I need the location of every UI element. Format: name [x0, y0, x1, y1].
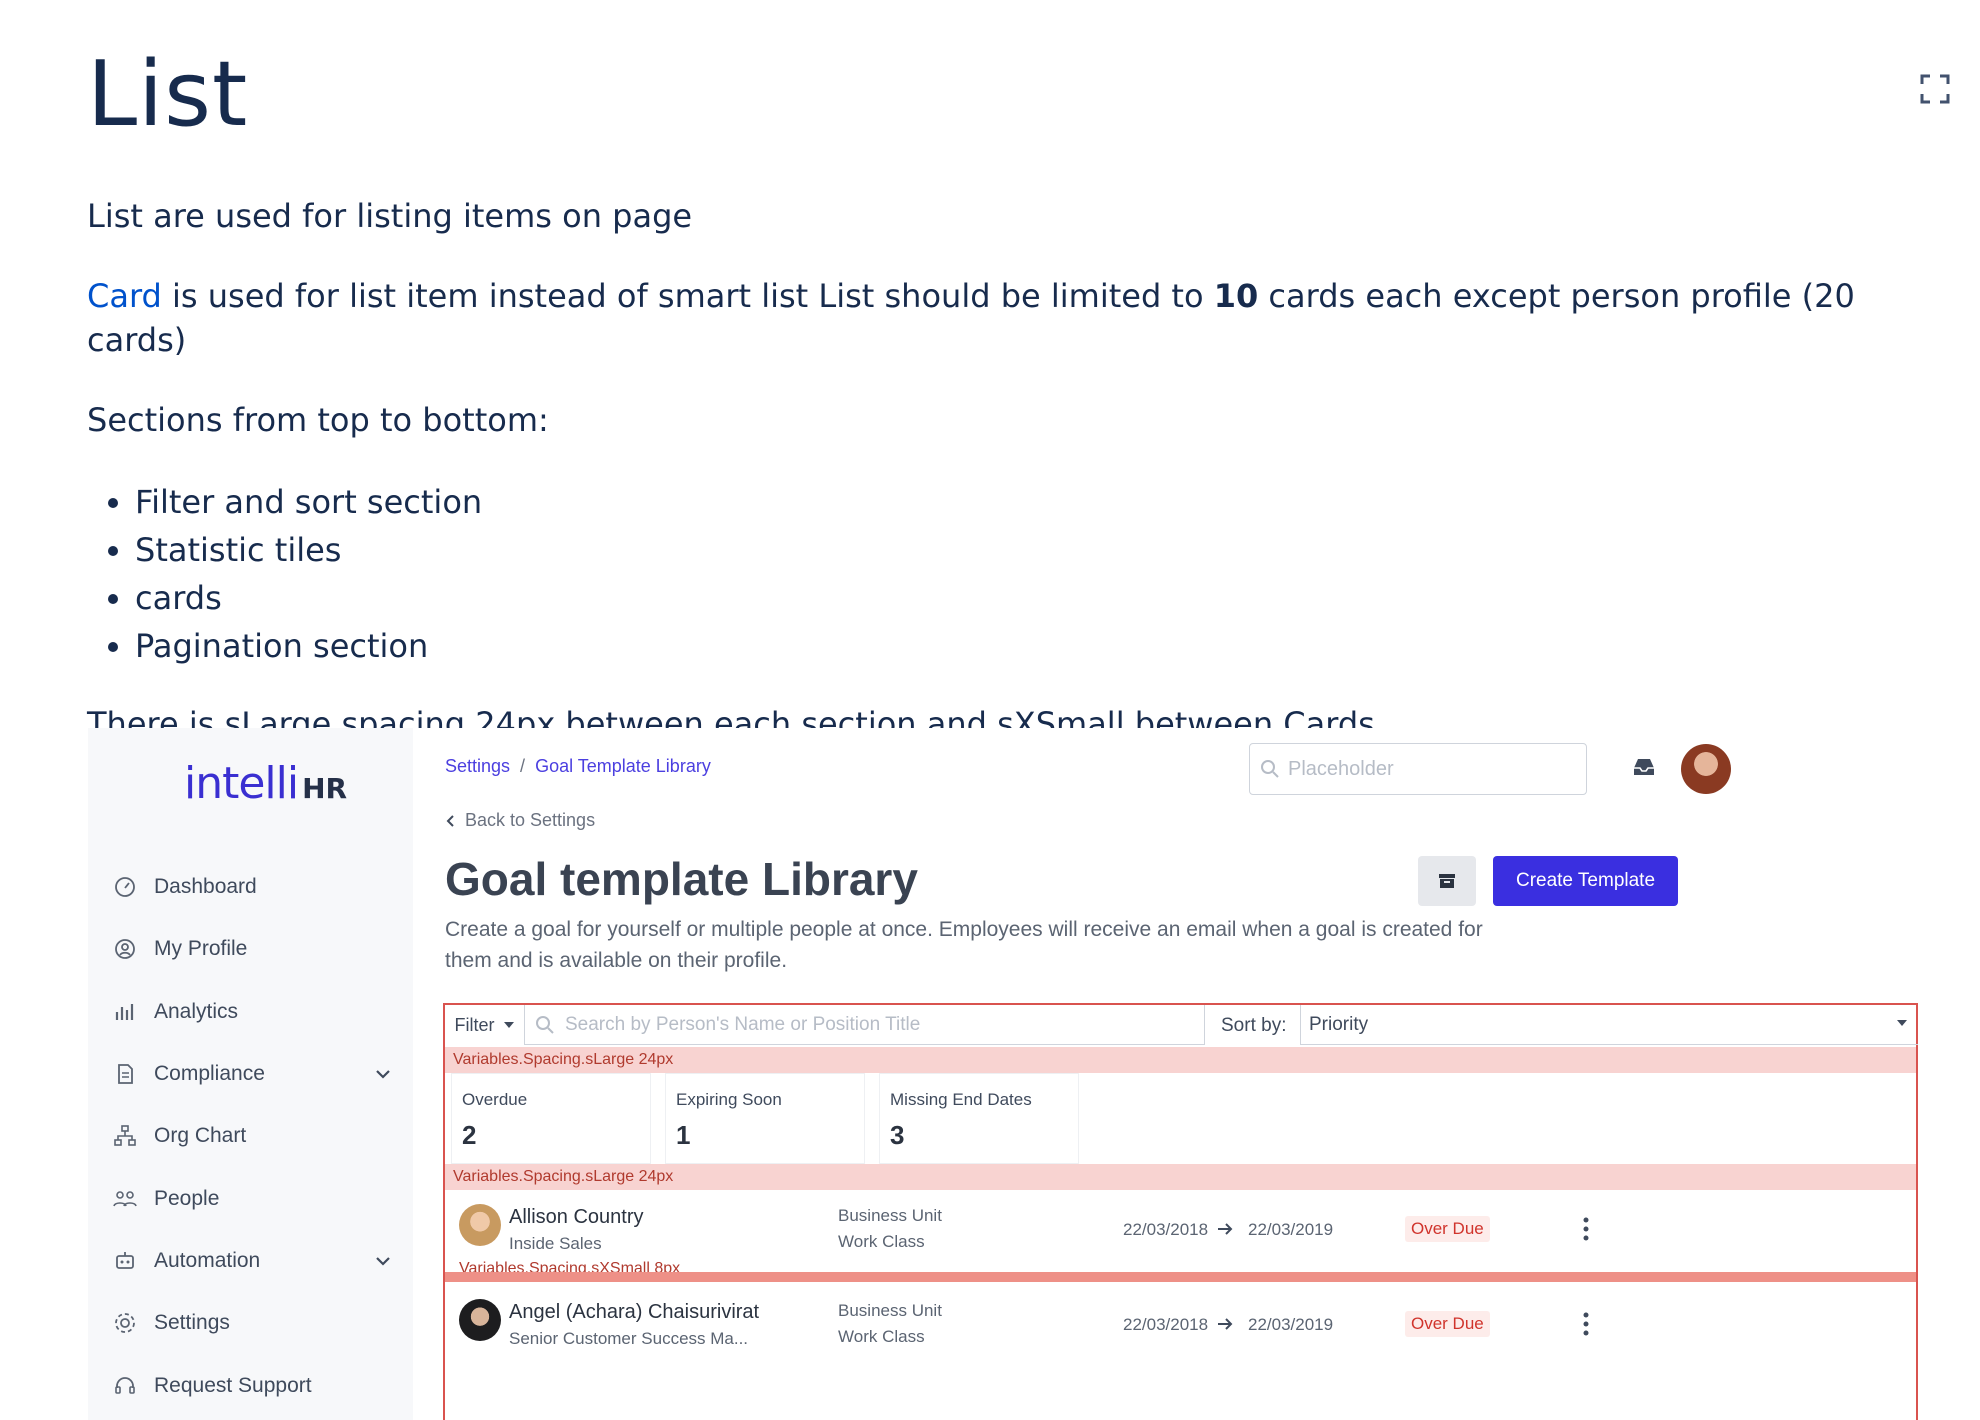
filter-search-input[interactable]: Search by Person's Name or Position Titl…	[525, 1005, 1205, 1045]
document-icon	[118, 1064, 133, 1084]
card-paragraph: Card is used for list item instead of sm…	[87, 277, 1855, 359]
list-annotation-frame: Filter Search by Person's Name or Positi…	[443, 1003, 1918, 1420]
sidebar-item-label: Automation	[154, 1248, 261, 1272]
breadcrumb-goal-template-library[interactable]: Goal Template Library	[535, 756, 711, 776]
headset-icon	[115, 1376, 135, 1394]
search-icon	[536, 1015, 554, 1034]
sidebar-item-automation[interactable]: Automation	[112, 1230, 398, 1292]
arrow-right-icon	[1218, 1318, 1233, 1330]
list-item: Filter and sort section	[135, 478, 1937, 526]
sidebar-item-label: People	[154, 1186, 220, 1210]
spacing-xsmall-band	[445, 1272, 1916, 1282]
card-link[interactable]: Card	[87, 277, 162, 315]
chevron-down-icon[interactable]	[374, 1252, 392, 1270]
statistic-tiles: Overdue 2 Expiring Soon 1 Missing End Da…	[451, 1073, 1093, 1164]
sidebar-item-request-support[interactable]: Request Support	[112, 1354, 398, 1416]
sidebar-item-settings[interactable]: Settings	[112, 1292, 398, 1354]
breadcrumb-settings[interactable]: Settings	[445, 756, 510, 776]
arrow-right-icon	[1218, 1223, 1233, 1235]
filter-sort-section: Filter Search by Person's Name or Positi…	[445, 1005, 1918, 1049]
user-circle-icon	[115, 939, 135, 960]
list-item[interactable]: Allison Country Inside Sales Business Un…	[445, 1190, 1916, 1277]
avatar[interactable]	[1681, 744, 1731, 794]
stat-tile-expiring-soon[interactable]: Expiring Soon 1	[665, 1073, 865, 1164]
list-item: Pagination section	[135, 622, 1937, 670]
intro-paragraph: List are used for listing items on page	[87, 197, 693, 235]
archive-button[interactable]	[1418, 856, 1476, 906]
robot-icon	[116, 1251, 134, 1269]
create-template-button[interactable]: Create Template	[1493, 856, 1678, 906]
gauge-icon	[115, 877, 135, 898]
spacing-large-annotation: Variables.Spacing.sLarge 24px	[445, 1047, 1916, 1073]
sidebar-item-label: Analytics	[154, 999, 239, 1023]
sidebar-item-label: My Profile	[154, 937, 248, 961]
document-body: List List are used for listing items on …	[87, 40, 1937, 746]
sidebar: intelli HR Dashboard My Profile Analytics…	[88, 728, 413, 1420]
sidebar-item-label: Settings	[154, 1311, 230, 1335]
sidebar-item-analytics[interactable]: Analytics	[112, 981, 398, 1043]
archive-icon	[1439, 874, 1455, 888]
back-link[interactable]: Back to Settings	[445, 810, 595, 831]
inbox-icon[interactable]	[1631, 756, 1657, 778]
main-content: Settings / Goal Template Library Placehold…	[413, 728, 1948, 1420]
chevron-left-icon	[446, 814, 454, 827]
sidebar-nav: Dashboard My Profile Analytics Complianc…	[112, 856, 398, 1417]
status-badge: Over Due	[1405, 1216, 1490, 1242]
goal-library-title: Goal template Library	[445, 853, 918, 905]
stat-tile-overdue[interactable]: Overdue 2	[451, 1073, 651, 1164]
sort-label: Sort by:	[1221, 1015, 1287, 1036]
org-chart-icon	[114, 1125, 136, 1147]
sidebar-item-org-chart[interactable]: Org Chart	[112, 1105, 398, 1167]
breadcrumb: Settings / Goal Template Library	[445, 756, 711, 776]
caret-down-icon	[1897, 1020, 1907, 1026]
avatar	[459, 1299, 501, 1341]
sidebar-item-dashboard[interactable]: Dashboard	[112, 856, 398, 918]
sections-heading: Sections from top to bottom:	[87, 401, 549, 439]
bar-chart-icon	[115, 1003, 134, 1020]
avatar	[459, 1204, 501, 1246]
sidebar-item-compliance[interactable]: Compliance	[112, 1043, 398, 1105]
search-input[interactable]: Placeholder	[1249, 743, 1587, 795]
sidebar-item-my-profile[interactable]: My Profile	[112, 918, 398, 980]
sort-select[interactable]: Priority	[1300, 1005, 1918, 1045]
stat-tile-missing-end-dates[interactable]: Missing End Dates 3	[879, 1073, 1079, 1164]
search-placeholder: Placeholder	[1288, 757, 1394, 780]
caret-down-icon	[503, 1022, 514, 1028]
chevron-down-icon[interactable]	[374, 1065, 392, 1083]
gear-icon	[115, 1313, 135, 1334]
sections-list: Filter and sort section Statistic tiles …	[87, 478, 1937, 670]
sidebar-item-label: Org Chart	[154, 1124, 247, 1148]
more-vertical-icon[interactable]	[1581, 1216, 1591, 1242]
page-description: Create a goal for yourself or multiple p…	[445, 918, 1483, 972]
list-item[interactable]: Angel (Achara) Chaisurivirat Senior Cust…	[445, 1285, 1916, 1367]
embedded-screenshot: intelli HR Dashboard My Profile Analytics…	[88, 728, 1948, 1420]
people-icon	[113, 1190, 137, 1207]
intellihr-logo: intelli HR	[184, 758, 348, 809]
more-vertical-icon[interactable]	[1581, 1311, 1591, 1337]
sidebar-item-label: Request Support	[154, 1373, 312, 1397]
list-item: cards	[135, 574, 1937, 622]
page-title: List	[87, 42, 249, 147]
search-icon	[1261, 760, 1279, 778]
list-item: Statistic tiles	[135, 526, 1937, 574]
spacing-large-annotation: Variables.Spacing.sLarge 24px	[445, 1164, 1916, 1190]
filter-button[interactable]: Filter	[445, 1005, 525, 1045]
card-limit: 10	[1213, 277, 1259, 315]
sidebar-item-label: Compliance	[154, 1062, 265, 1086]
sidebar-item-people[interactable]: People	[112, 1167, 398, 1229]
status-badge: Over Due	[1405, 1311, 1490, 1337]
sidebar-item-label: Dashboard	[154, 875, 257, 899]
